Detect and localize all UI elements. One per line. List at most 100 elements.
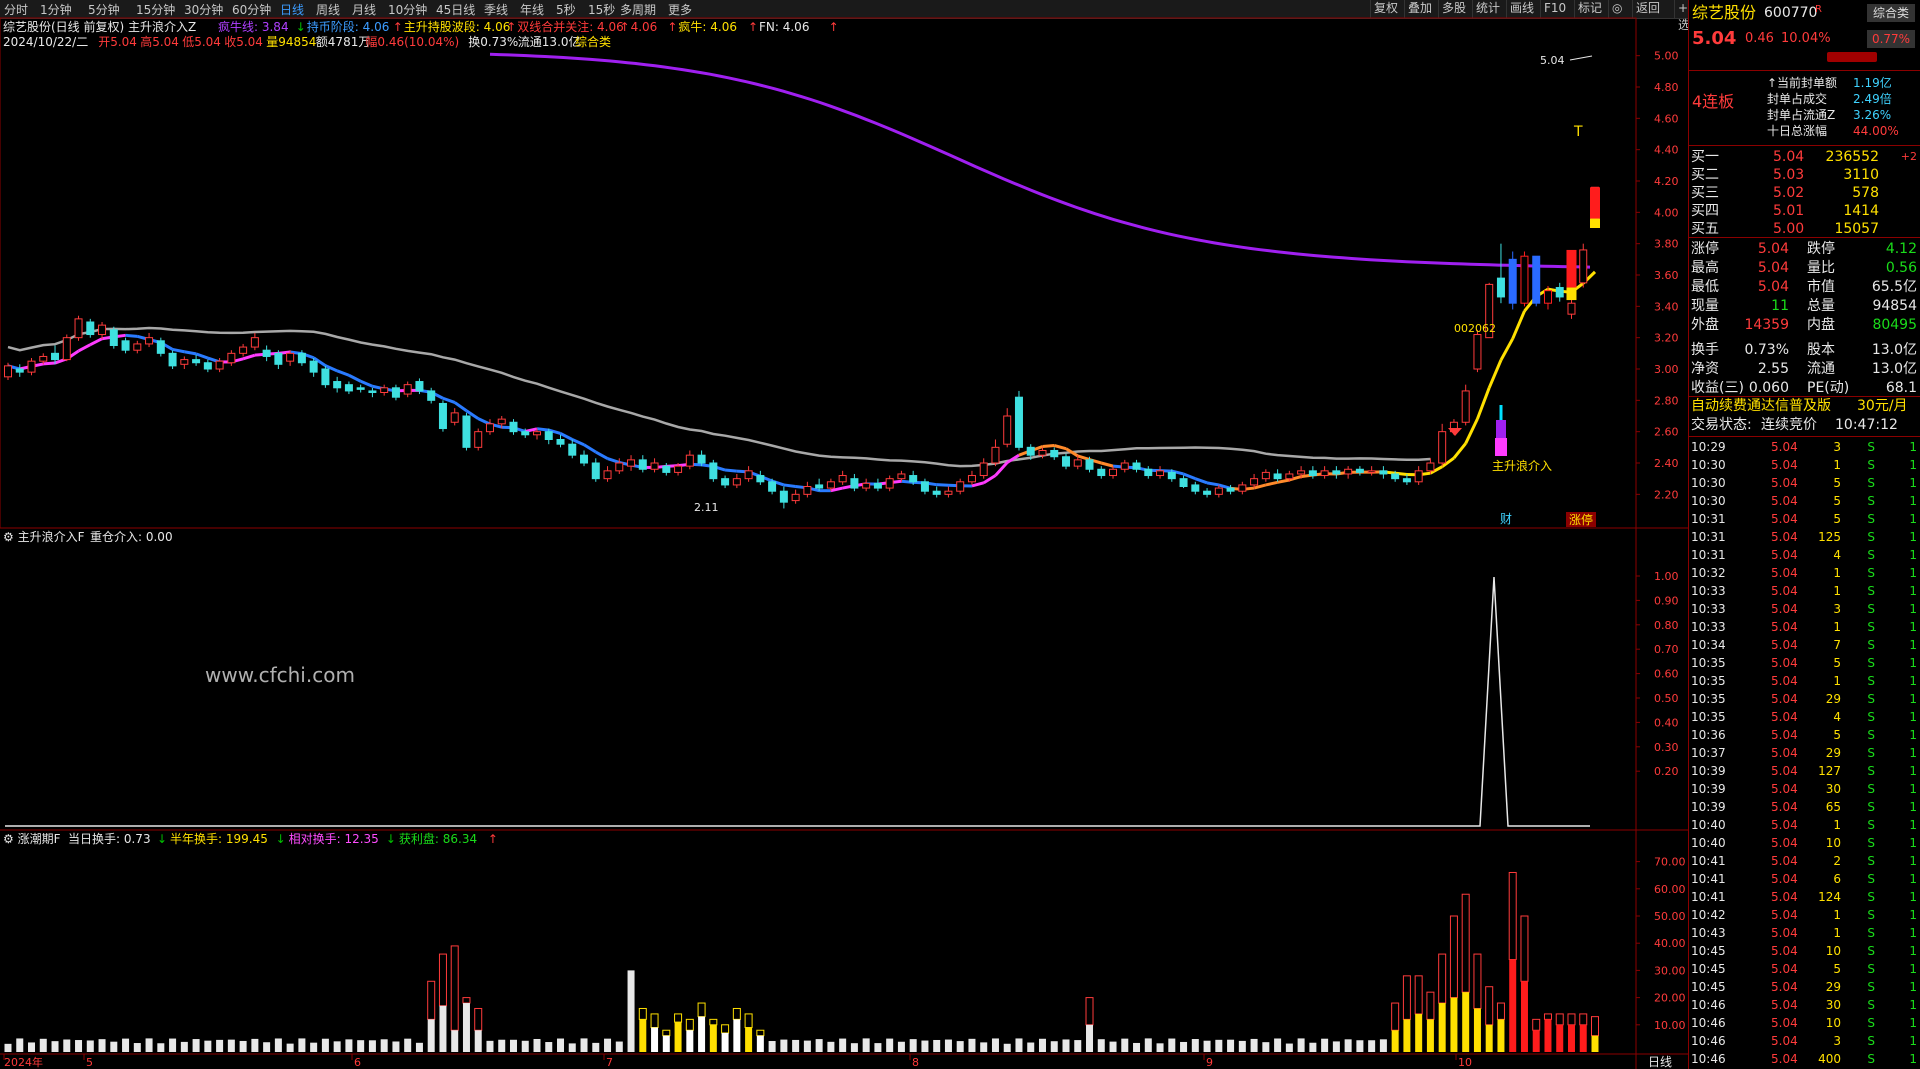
vol-outline-124 [1461, 893, 1470, 993]
bid-row-3[interactable]: 买四 5.01 1414 [1689, 202, 1920, 220]
candle-body-119 [1402, 478, 1411, 483]
candle-body-5 [62, 337, 71, 361]
bid-row-0[interactable]: 买一 5.04 236552 +2 [1689, 148, 1920, 166]
vol-outline-40 [474, 1007, 483, 1031]
candle-body-65 [768, 481, 777, 492]
promo-price[interactable]: 30元/月 [1857, 397, 1908, 415]
vol-outline-54 [638, 1007, 647, 1020]
vol-bar-6 [75, 1040, 83, 1052]
bid-row-4[interactable]: 买五 5.00 15057 [1689, 220, 1920, 238]
ylabel-7: 3.60 [1654, 269, 1679, 282]
vol-bar-101 [1191, 1039, 1199, 1052]
vol-bar-134 [1579, 1024, 1587, 1052]
vol-bar-26 [310, 1042, 318, 1052]
p3-legend-7: ↑ [488, 832, 498, 846]
vol-bar-62 [733, 1019, 741, 1052]
stat-row-6: 净资 2.55 流通 13.0亿 [1691, 361, 1917, 377]
candle-body-117 [1379, 470, 1388, 475]
vol-bar-15 [180, 1041, 188, 1052]
candle-body-85 [1003, 415, 1012, 445]
candle-body-55 [650, 462, 659, 470]
ma-seg-90 [1053, 444, 1067, 451]
candle-body-84 [991, 446, 1000, 464]
ma-seg-84 [982, 474, 997, 485]
tick-row: 10:46 5.04 3 S 1 [1691, 1034, 1917, 1048]
candle-body-82 [967, 475, 976, 483]
vol-bar-48 [568, 1043, 576, 1052]
promo-text[interactable]: 自动续费通达信普及版 [1691, 397, 1831, 415]
p3-legend-0: 当日换手: 0.73 [68, 832, 151, 846]
p3-legend-4: 相对换手: 12.35 [289, 832, 379, 846]
candle-body-70 [826, 481, 835, 489]
vol-bar-8 [98, 1039, 106, 1052]
vol-bar-120 [1415, 1013, 1423, 1052]
info-10: 综合类 [575, 34, 611, 49]
candle-body-27 [321, 368, 330, 386]
tick-row: 10:35 5.04 5 S 1 [1691, 656, 1917, 670]
candle-body-20 [239, 346, 248, 354]
ma-seg-128 [1499, 337, 1515, 361]
vol-bar-43 [509, 1039, 517, 1052]
vol-bar-11 [133, 1043, 141, 1052]
candle-body-112 [1320, 470, 1329, 477]
tick-row: 10:46 5.04 10 S 1 [1691, 1016, 1917, 1030]
vol-bar-132 [1556, 1024, 1564, 1052]
candle-body-7 [86, 321, 95, 336]
bar-red-2 [1566, 249, 1577, 288]
vol-bar-113 [1332, 1041, 1340, 1052]
candle-body-81 [956, 481, 965, 492]
vol-bar-3 [39, 1038, 47, 1052]
tick-row: 10:43 5.04 1 S 1 [1691, 926, 1917, 940]
candle-body-63 [744, 470, 753, 480]
p3-legend-1: ↓ [157, 832, 167, 846]
vol-outline-130 [1532, 1018, 1541, 1031]
candle-body-54 [638, 459, 647, 470]
candle-body-111 [1308, 470, 1317, 477]
ylabel-14: 2.20 [1654, 488, 1679, 501]
candle-body-47 [556, 439, 565, 445]
low-label: 2.11 [694, 501, 719, 514]
industry-badge[interactable]: 综合类 [1867, 4, 1915, 22]
vol-outline-131 [1543, 1013, 1552, 1020]
vol-bar-96 [1133, 1042, 1141, 1052]
signal-label: 主升浪介入 [1492, 458, 1552, 473]
legend-6: 双线合并关注: 4.06 [517, 19, 624, 34]
vol-outline-122 [1438, 953, 1447, 1004]
candle-body-110 [1297, 470, 1306, 475]
ylabel-4: 4.20 [1654, 175, 1679, 188]
candle-body-118 [1391, 473, 1400, 480]
candle-body-98 [1156, 470, 1165, 477]
ma-seg-92 [1077, 454, 1090, 462]
vol-bar-10 [122, 1038, 130, 1052]
promo-row[interactable]: 自动续费通达信普及版 30元/月 [1689, 397, 1920, 415]
vol-bar-75 [886, 1038, 894, 1052]
tick-row: 10:41 5.04 2 S 1 [1691, 854, 1917, 868]
info-4: 收5.04 [224, 35, 263, 49]
info-0: 2024/10/22/二 [3, 35, 88, 49]
ma-seg-41 [477, 417, 491, 426]
vol-bar-114 [1344, 1039, 1352, 1052]
vol-bar-25 [298, 1038, 306, 1052]
candle-body-86 [1014, 396, 1023, 448]
vol-bar-52 [615, 1041, 623, 1052]
vol-bar-28 [333, 1041, 341, 1052]
panel3-title: ⚙ 涨潮期F [3, 831, 61, 846]
candle-body-43 [509, 421, 518, 433]
vol-bar-84 [991, 1038, 999, 1052]
candle-body-101 [1191, 484, 1200, 492]
xlabel-2: 6 [354, 1056, 361, 1069]
vol-bar-31 [368, 1040, 376, 1052]
vol-bar-38 [451, 1030, 459, 1052]
ma-seg-7 [77, 343, 91, 353]
vol-outline-38 [450, 945, 459, 1031]
bid-row-2[interactable]: 买三 5.02 578 [1689, 184, 1920, 202]
candle-body-80 [944, 490, 953, 495]
ma-seg-16 [184, 350, 197, 356]
xlabel-3: 7 [606, 1056, 613, 1069]
candle-body-42 [497, 418, 506, 425]
vol-bar-111 [1309, 1042, 1317, 1052]
ylabel-2: 4.60 [1654, 112, 1679, 125]
ma-seg-62 [724, 468, 737, 473]
candle-body-107 [1261, 471, 1270, 480]
bid-row-1[interactable]: 买二 5.03 3110 [1689, 166, 1920, 184]
